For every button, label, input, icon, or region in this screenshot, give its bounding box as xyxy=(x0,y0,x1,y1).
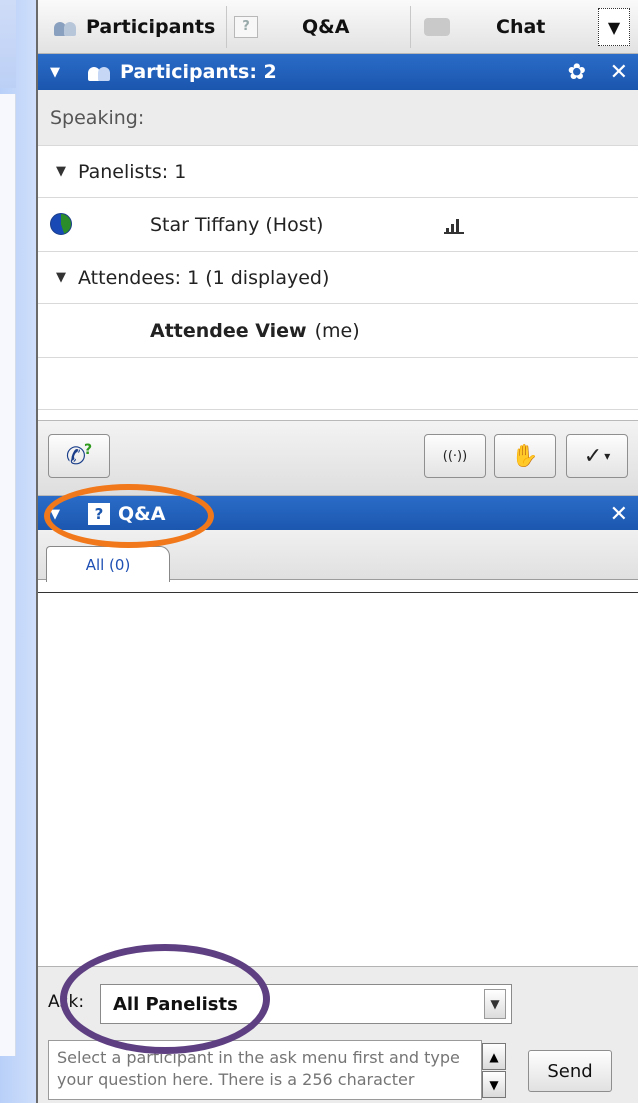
annotation-circle-ask xyxy=(60,944,270,1054)
tab-qa-label: Q&A xyxy=(302,16,350,38)
tab-participants-label: Participants xyxy=(86,16,216,38)
tab-chat-label: Chat xyxy=(496,16,546,38)
speaking-row: Speaking: xyxy=(38,90,638,146)
attendees-group-label: Attendees: 1 (1 displayed) xyxy=(78,266,330,289)
status-globe-icon xyxy=(50,213,72,235)
scroll-down-icon[interactable]: ▼ xyxy=(482,1071,506,1098)
tab-participants[interactable]: Participants xyxy=(54,0,224,54)
collapse-triangle-icon[interactable]: ▼ xyxy=(56,270,66,285)
scroll-up-icon[interactable]: ▲ xyxy=(482,1043,506,1070)
tab-qa[interactable]: ? Q&A xyxy=(234,0,414,54)
speaking-label: Speaking: xyxy=(50,106,145,129)
checkmark-icon: ✓ xyxy=(583,443,603,469)
participants-icon xyxy=(88,63,114,81)
left-edge-panel xyxy=(0,94,16,1056)
collapse-triangle-icon[interactable]: ▼ xyxy=(56,164,66,179)
chat-bubble-icon xyxy=(424,18,450,36)
phone-help-icon: ✆ xyxy=(65,442,86,470)
panelists-group[interactable]: ▼ Panelists: 1 xyxy=(38,146,638,198)
checkmark-dropdown-button[interactable]: ✓ ▾ xyxy=(566,434,628,478)
help-badge-icon: ? xyxy=(83,442,93,458)
broadcast-icon: ((·)) xyxy=(442,448,468,464)
participants-title: Participants: 2 xyxy=(120,61,277,83)
tab-all-label: All (0) xyxy=(85,555,131,574)
qa-question-list xyxy=(38,592,638,966)
raise-hand-button[interactable]: ✋ xyxy=(494,434,556,478)
panelists-group-label: Panelists: 1 xyxy=(78,160,187,183)
send-label: Send xyxy=(547,1060,593,1082)
participant-name: Attendee View xyxy=(150,319,307,342)
gear-icon[interactable]: ✿ xyxy=(568,60,586,85)
chevron-down-icon[interactable]: ▼ xyxy=(598,8,630,46)
left-edge-top xyxy=(0,0,16,88)
broadcast-button[interactable]: ((·)) xyxy=(424,434,486,478)
chevron-down-icon: ▾ xyxy=(604,449,611,463)
annotation-circle-qa xyxy=(44,484,214,548)
participant-name: Star Tiffany (Host) xyxy=(150,213,324,236)
attendees-group[interactable]: ▼ Attendees: 1 (1 displayed) xyxy=(38,252,638,304)
participant-suffix: (me) xyxy=(314,319,360,342)
chevron-down-icon[interactable]: ▼ xyxy=(484,989,506,1019)
list-item[interactable]: Star Tiffany (Host) xyxy=(38,198,638,252)
qa-icon: ? xyxy=(234,16,258,38)
empty-list-row xyxy=(38,358,638,410)
tab-separator xyxy=(226,6,227,48)
participants-icon xyxy=(54,18,80,36)
list-item[interactable]: Attendee View (me) xyxy=(38,304,638,358)
tab-chat[interactable]: Chat xyxy=(424,0,592,54)
close-icon[interactable]: ✕ xyxy=(610,60,628,85)
tab-all[interactable]: All (0) xyxy=(46,546,170,582)
phone-help-button[interactable]: ✆ ? xyxy=(48,434,110,478)
close-icon[interactable]: ✕ xyxy=(610,502,628,527)
send-button[interactable]: Send xyxy=(528,1050,612,1092)
raise-hand-icon: ✋ xyxy=(511,443,539,469)
participants-header[interactable]: ▼ Participants: 2 ✿ ✕ xyxy=(38,54,638,90)
audio-signal-icon xyxy=(444,219,464,234)
tab-separator xyxy=(410,6,411,48)
question-input[interactable] xyxy=(48,1040,482,1100)
collapse-triangle-icon[interactable]: ▼ xyxy=(50,65,60,80)
